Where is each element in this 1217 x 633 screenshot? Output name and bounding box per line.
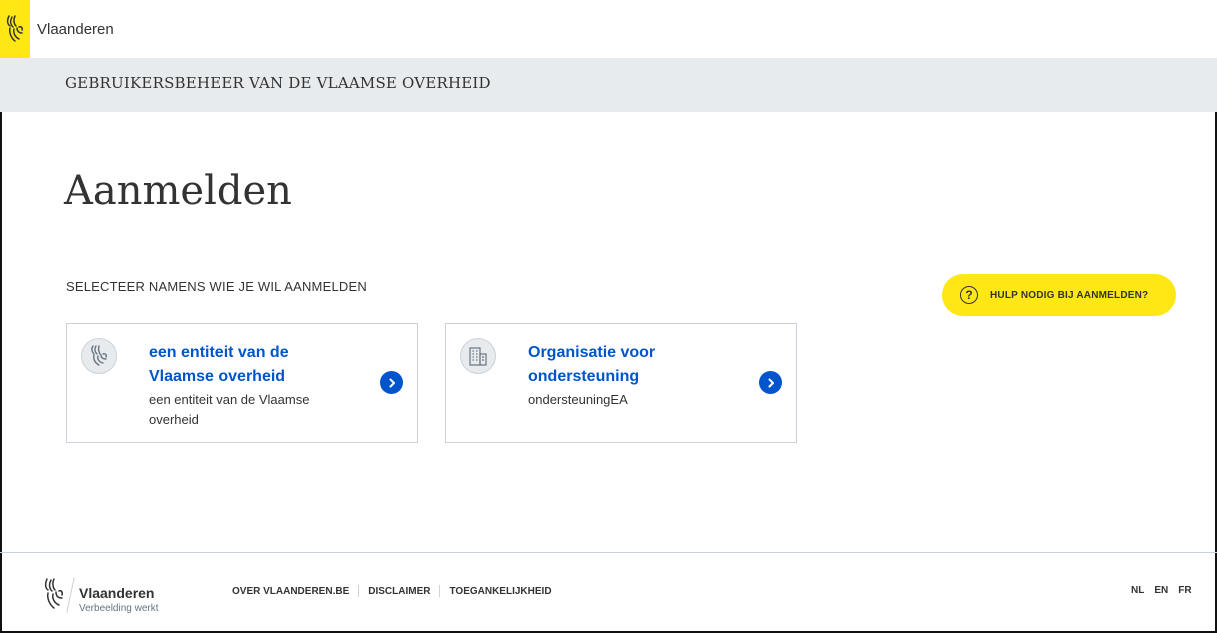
footer-tagline: Verbeelding werkt: [79, 603, 159, 614]
footer-nav: OVER VLAANDEREN.BE DISCLAIMER TOEGANKELI…: [232, 585, 552, 597]
flemish-lion-icon: [6, 15, 23, 42]
flemish-lion-icon: [44, 578, 63, 609]
help-button-label: HULP NODIG BIJ AANMELDEN?: [990, 289, 1149, 301]
chevron-right-icon[interactable]: [759, 371, 782, 394]
entity-card-vlaamse-overheid[interactable]: een entiteit van de Vlaamse overheid een…: [66, 323, 418, 443]
card-title[interactable]: een entiteit van de Vlaamse overheid: [149, 341, 349, 389]
footer-link-separator: [358, 585, 360, 597]
footer-logo-divider: [66, 577, 75, 613]
card-icon-wrapper: [81, 338, 117, 374]
question-icon: ?: [960, 286, 978, 304]
card-icon-wrapper: [460, 338, 496, 374]
chevron-right-icon[interactable]: [380, 371, 403, 394]
app-header: GEBRUIKERSBEHEER VAN DE VLAAMSE OVERHEID: [0, 58, 1217, 112]
lang-fr[interactable]: FR: [1178, 585, 1191, 596]
card-title[interactable]: Organisatie voor ondersteuning: [528, 341, 728, 389]
footer-logo[interactable]: [42, 576, 66, 617]
footer-divider: [0, 552, 1217, 553]
flemish-lion-icon: [91, 345, 107, 366]
language-switcher: NL EN FR: [1131, 585, 1192, 596]
footer-link-disclaimer[interactable]: DISCLAIMER: [368, 586, 430, 597]
footer-link-over-vlaanderen[interactable]: OVER VLAANDEREN.BE: [232, 586, 349, 597]
card-subtitle: een entiteit van de Vlaamse overheid: [149, 392, 310, 427]
lang-en[interactable]: EN: [1154, 585, 1168, 596]
footer-link-toegankelijkheid[interactable]: TOEGANKELIJKHEID: [449, 586, 551, 597]
building-icon: [469, 347, 487, 366]
page-title: Aanmelden: [64, 168, 292, 214]
footer-link-separator: [439, 585, 441, 597]
footer-brand: Vlaanderen: [79, 585, 155, 601]
lang-nl[interactable]: NL: [1131, 585, 1144, 596]
entity-card-ondersteuning[interactable]: Organisatie voor ondersteuning ondersteu…: [445, 323, 797, 443]
card-subtitle: ondersteuningEA: [528, 392, 628, 407]
help-button[interactable]: ? HULP NODIG BIJ AANMELDEN?: [942, 274, 1176, 316]
app-title[interactable]: GEBRUIKERSBEHEER VAN DE VLAAMSE OVERHEID: [65, 74, 491, 92]
brand-name: Vlaanderen: [37, 21, 114, 38]
top-bar: Vlaanderen: [0, 0, 1217, 58]
section-label: SELECTEER NAMENS WIE JE WIL AANMELDEN: [66, 279, 367, 294]
vlaanderen-logo[interactable]: [0, 0, 30, 58]
